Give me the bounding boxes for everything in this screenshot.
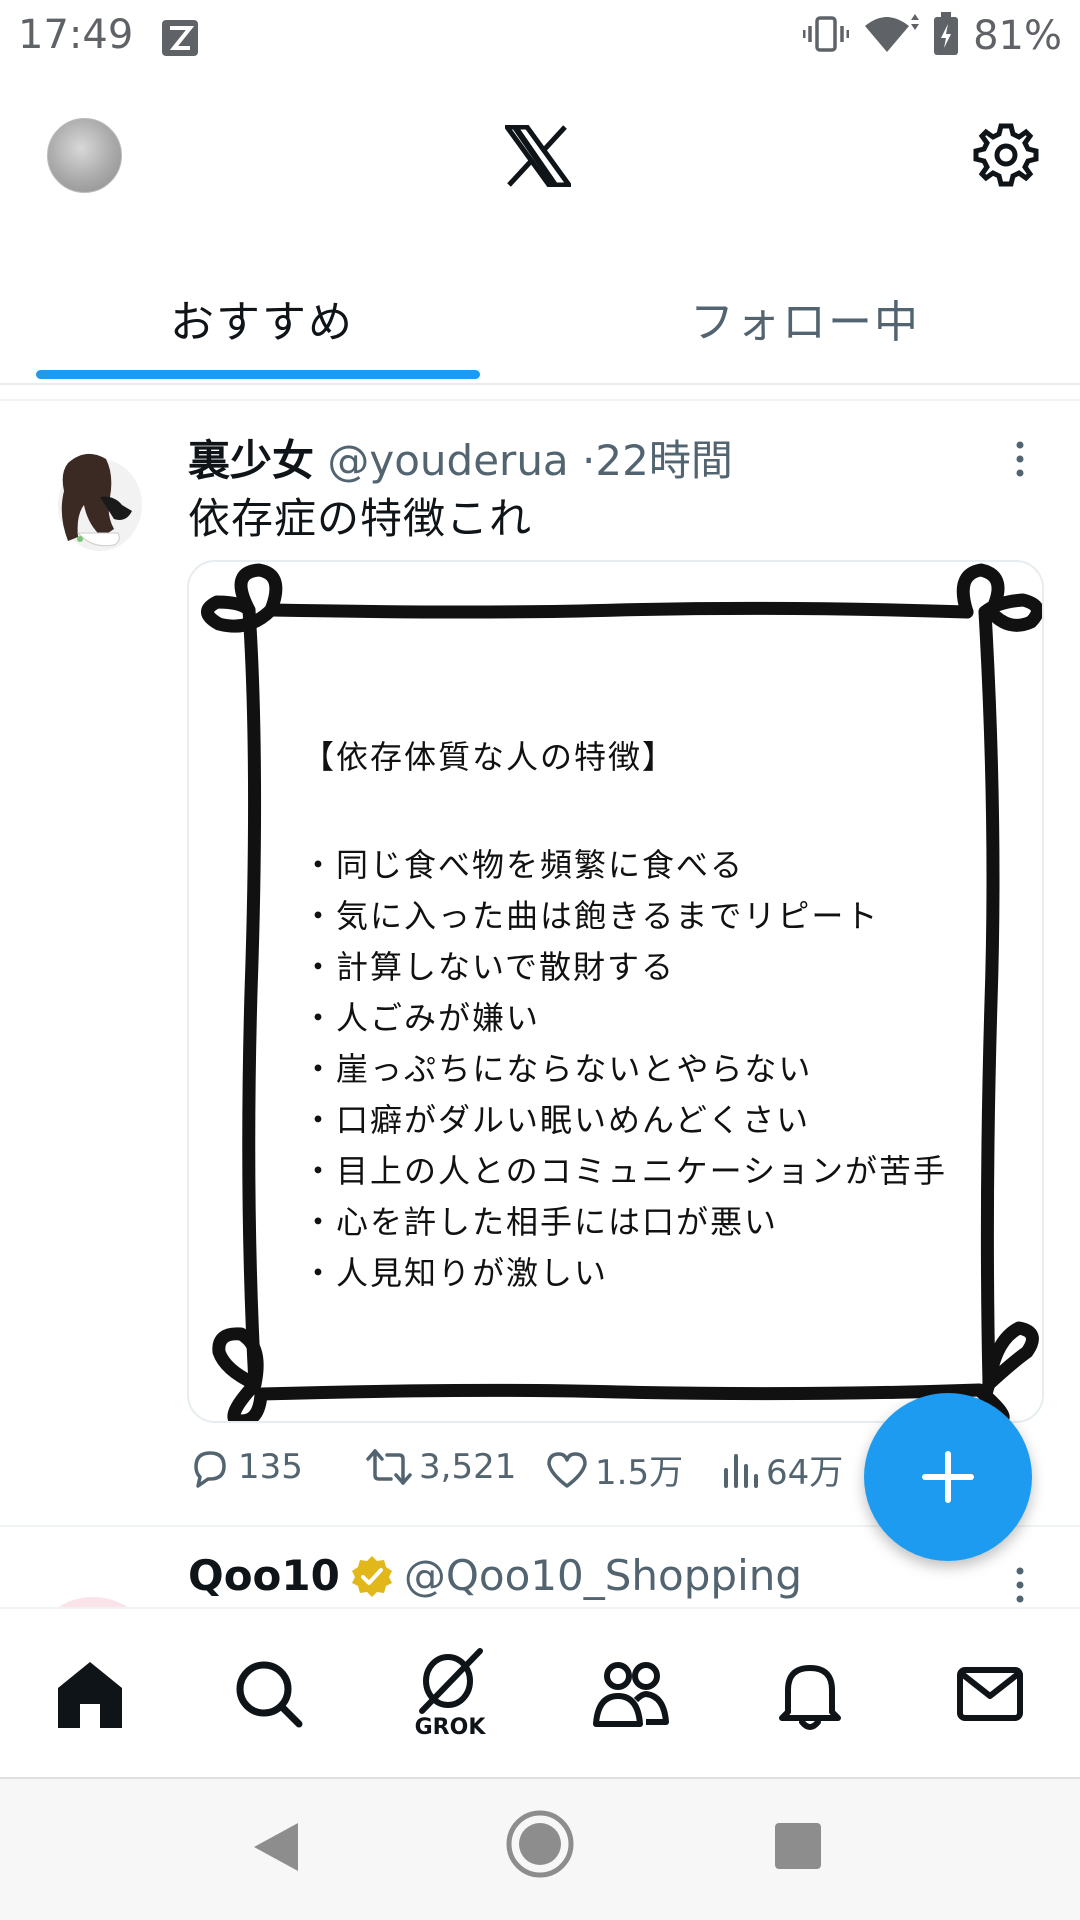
tweet-author-name[interactable]: Qoo10 <box>188 1551 340 1600</box>
plus-icon <box>922 1451 974 1503</box>
retweet-icon <box>366 1449 412 1485</box>
recent-apps-icon[interactable] <box>775 1823 821 1869</box>
active-tab-indicator <box>36 370 480 379</box>
battery-icon <box>933 12 959 60</box>
tweet-author-avatar[interactable] <box>28 1597 158 1607</box>
profile-avatar[interactable] <box>47 118 122 193</box>
bottom-nav: GROK <box>0 1607 1080 1777</box>
media-list-item: ・心を許した相手には口が悪い <box>302 1203 779 1241</box>
reply-icon <box>194 1451 226 1488</box>
reply-button[interactable]: 135 <box>188 1445 303 1489</box>
tweet-timestamp[interactable]: 22時間 <box>595 436 732 485</box>
media-list-item: ・口癖がダルい眠いめんどくさい <box>302 1101 811 1139</box>
mail-icon <box>957 1667 1023 1721</box>
timeline-tabs: おすすめ フォロー中 <box>0 270 1080 385</box>
battery-percent: 81% <box>973 13 1062 59</box>
more-options-icon[interactable] <box>1012 1565 1028 1605</box>
tweet-author-handle[interactable]: @Qoo10_Shopping <box>404 1551 802 1600</box>
tweet-header: Qoo10 @Qoo10_Shopping <box>188 1551 802 1600</box>
status-bar: 17:49 81% <box>0 0 1080 80</box>
retweet-count: 3,521 <box>419 1447 517 1487</box>
more-options-icon[interactable] <box>1012 439 1028 479</box>
notification-app-icon <box>160 18 200 58</box>
bell-icon <box>779 1665 841 1730</box>
nav-search-button[interactable] <box>229 1654 309 1734</box>
search-icon <box>236 1661 303 1728</box>
status-icons: 81% <box>802 12 1062 60</box>
media-heading: 【依存体質な人の特徴】 <box>302 738 677 776</box>
gear-icon[interactable] <box>973 122 1039 188</box>
media-list-item: ・同じ食べ物を頻繁に食べる <box>302 846 745 884</box>
vibrate-icon <box>802 14 850 58</box>
compose-post-button[interactable] <box>864 1393 1032 1561</box>
like-count: 1.5万 <box>595 1453 684 1493</box>
home-circle-icon[interactable] <box>505 1809 575 1883</box>
media-list: ・同じ食べ物を頻繁に食べる ・気に入った曲は飽きるまでリピート ・計算しないで散… <box>302 840 947 1299</box>
nav-home-button[interactable] <box>50 1654 130 1734</box>
like-button[interactable]: 1.5万 <box>545 1445 683 1494</box>
tweet-actions: 135 3,521 1.5万 64万 <box>188 1445 888 1505</box>
tweet-text: 依存症の特徴これ <box>188 494 533 543</box>
views-icon <box>724 1453 758 1488</box>
divider <box>0 399 1080 401</box>
system-nav-bar <box>0 1777 1080 1920</box>
home-icon <box>58 1662 122 1728</box>
tab-recommended[interactable]: おすすめ <box>170 286 354 350</box>
tweet[interactable]: 裏少女 @youderua ·22時間 依存症の特徴これ 【依存体質な人の特徴】… <box>0 405 1080 1525</box>
nav-notifications-button[interactable] <box>770 1654 850 1734</box>
heart-icon <box>547 1451 587 1488</box>
tweet-header: 裏少女 @youderua ·22時間 <box>188 427 733 488</box>
tab-following[interactable]: フォロー中 <box>690 286 920 350</box>
media-list-item: ・人ごみが嫌い <box>302 999 541 1037</box>
x-logo-icon[interactable] <box>502 124 574 188</box>
nav-messages-button[interactable] <box>950 1654 1030 1734</box>
verified-badge-icon <box>351 1555 392 1597</box>
tweet-author-handle[interactable]: @youderua <box>327 436 568 485</box>
status-time: 17:49 <box>18 12 134 58</box>
media-list-item: ・崖っぷちにならないとやらない <box>302 1050 813 1088</box>
tweet-author-name[interactable]: 裏少女 <box>188 436 314 485</box>
wifi-icon <box>863 14 920 58</box>
retweet-button[interactable]: 3,521 <box>365 1445 516 1489</box>
tweet-author-avatar[interactable] <box>48 445 144 555</box>
grok-label: GROK <box>414 1715 486 1740</box>
separator-dot: · <box>582 436 596 485</box>
media-list-item: ・気に入った曲は飽きるまでリピート <box>302 897 880 935</box>
nav-grok-button[interactable]: GROK <box>410 1647 490 1747</box>
tweet-media-image[interactable]: 【依存体質な人の特徴】 ・同じ食べ物を頻繁に食べる ・気に入った曲は飽きるまでリ… <box>187 560 1044 1423</box>
views-count: 64万 <box>766 1453 844 1493</box>
communities-icon <box>593 1662 669 1727</box>
media-list-item: ・計算しないで散財する <box>302 948 676 986</box>
nav-communities-button[interactable] <box>590 1654 670 1734</box>
media-list-item: ・人見知りが激しい <box>302 1254 609 1292</box>
media-list-item: ・目上の人とのコミュニケーションが苦手 <box>302 1152 948 1190</box>
views-button[interactable]: 64万 <box>720 1445 843 1494</box>
divider <box>0 383 1080 385</box>
grok-icon <box>419 1648 483 1714</box>
screen: 17:49 81% おすすめ フォロー中 裏少女 @youderua ·22時間… <box>0 0 1080 1920</box>
back-icon[interactable] <box>250 1819 302 1879</box>
reply-count: 135 <box>238 1447 303 1487</box>
